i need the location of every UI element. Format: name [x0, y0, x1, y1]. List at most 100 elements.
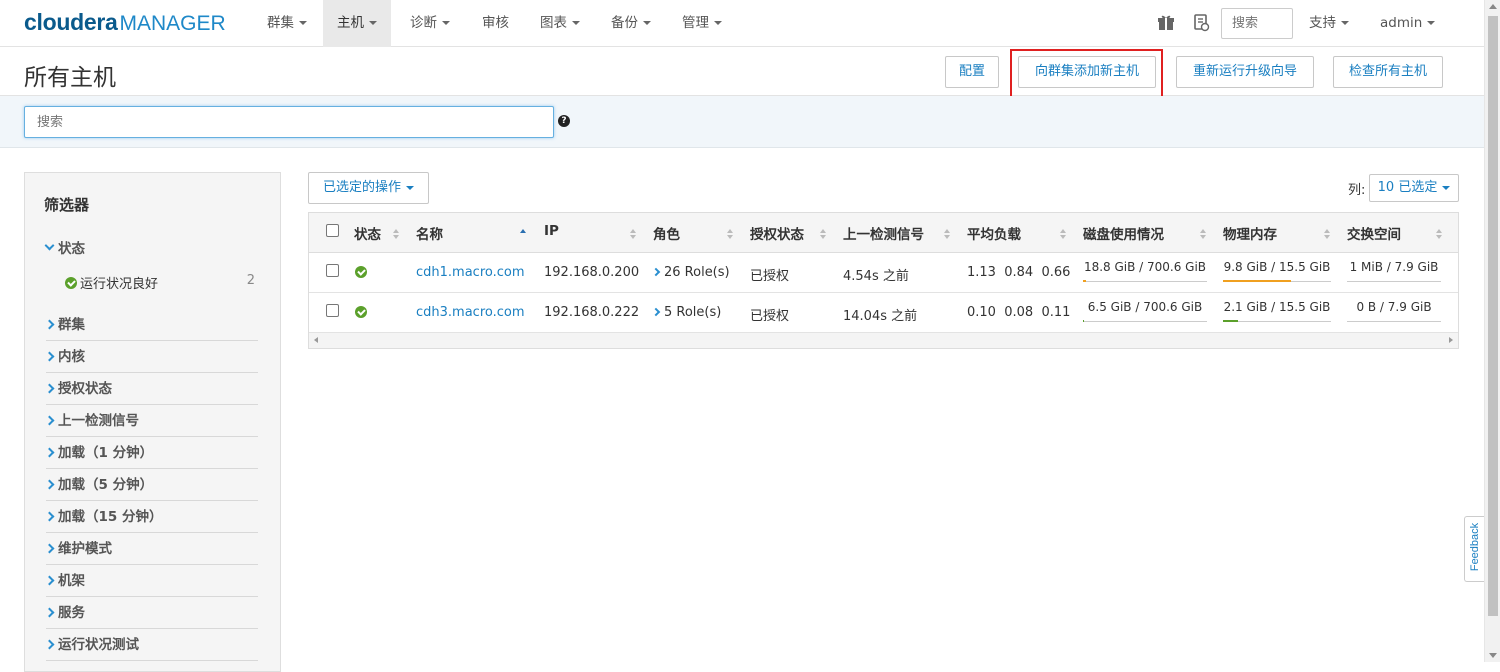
global-search-input[interactable]	[1221, 8, 1293, 39]
host-roles-toggle[interactable]: 5 Role(s)	[651, 305, 721, 320]
filter-health-tests[interactable]: 运行状况测试	[44, 629, 258, 661]
gift-icon[interactable]	[1157, 14, 1175, 32]
chevron-right-icon	[651, 307, 661, 317]
running-commands-icon[interactable]	[1192, 14, 1210, 32]
table-row: cdh3.macro.com 192.168.0.222 5 Role(s) 已…	[309, 293, 1458, 333]
chevron-right-icon	[44, 447, 55, 458]
filter-maintenance-mode[interactable]: 维护模式	[44, 533, 258, 565]
chevron-down-icon	[1442, 185, 1451, 190]
filter-panel: 筛选器 状态 运行状况良好 2 群集 内核 授权状态 上一检测信号 加载（1 分…	[24, 172, 281, 672]
chevron-right-icon	[44, 543, 55, 554]
scroll-right-icon[interactable]	[1449, 337, 1453, 343]
filter-service[interactable]: 服务	[44, 597, 258, 629]
filter-load-5min[interactable]: 加载（5 分钟）	[44, 469, 258, 501]
nav-backup[interactable]: 备份	[597, 0, 665, 47]
sort-icon[interactable]	[1200, 229, 1206, 239]
sort-icon[interactable]	[820, 229, 826, 239]
filter-status-good-health[interactable]: 运行状况良好 2	[65, 273, 255, 292]
rerun-upgrade-wizard-button[interactable]: 重新运行升级向导	[1176, 56, 1314, 88]
filter-kernel[interactable]: 内核	[44, 341, 258, 373]
header-swap-space[interactable]: 交换空间	[1347, 223, 1401, 243]
header-roles[interactable]: 角色	[653, 223, 680, 243]
header-last-heartbeat[interactable]: 上一检测信号	[843, 223, 924, 243]
chevron-down-icon	[442, 21, 450, 25]
sort-icon[interactable]	[1436, 229, 1442, 239]
host-name-link[interactable]: cdh1.macro.com	[416, 265, 525, 280]
chevron-right-icon	[44, 607, 55, 618]
filter-cluster[interactable]: 群集	[44, 309, 258, 341]
chevron-right-icon	[44, 383, 55, 394]
host-last-heartbeat: 4.54s 之前	[843, 269, 909, 284]
cloudera-manager-logo[interactable]: clouderaMANAGER	[24, 9, 226, 36]
filter-rack[interactable]: 机架	[44, 565, 258, 597]
nav-clusters[interactable]: 群集	[253, 0, 321, 47]
sort-icon[interactable]	[1324, 229, 1330, 239]
header-status[interactable]: 状态	[354, 223, 381, 243]
selected-actions-dropdown[interactable]: 已选定的操作	[308, 172, 429, 204]
filters-title: 筛选器	[44, 196, 90, 214]
health-good-icon	[355, 306, 367, 318]
nav-administration[interactable]: 管理	[668, 0, 736, 47]
filter-authorization[interactable]: 授权状态	[44, 373, 258, 405]
host-roles-toggle[interactable]: 26 Role(s)	[651, 265, 730, 280]
row-checkbox[interactable]	[326, 304, 339, 317]
scrollbar-thumb[interactable]	[1488, 16, 1498, 616]
columns-label: 列:	[1348, 183, 1366, 198]
nav-charts[interactable]: 图表	[526, 0, 594, 47]
scroll-left-icon[interactable]	[314, 337, 318, 343]
host-name-link[interactable]: cdh3.macro.com	[416, 305, 525, 320]
chevron-right-icon	[44, 575, 55, 586]
chevron-right-icon	[651, 267, 661, 277]
columns-selector-dropdown[interactable]: 10 已选定	[1369, 174, 1459, 202]
host-search-bar: ?	[0, 96, 1484, 148]
nav-audits[interactable]: 审核	[468, 0, 523, 47]
chevron-down-icon	[714, 21, 722, 25]
help-icon[interactable]: ?	[558, 115, 570, 127]
health-good-icon	[355, 266, 367, 278]
host-authorization: 已授权	[750, 269, 790, 284]
vertical-scrollbar[interactable]	[1484, 0, 1500, 662]
memory-usage-bar: 2.1 GiB / 15.5 GiB	[1223, 299, 1331, 322]
swap-usage-bar: 1 MiB / 7.9 GiB	[1347, 259, 1441, 282]
table-header: 状态 名称 IP 角色 授权状态 上一检测信号 平均负载 磁盘使用情况 物理内存…	[309, 213, 1458, 253]
header-disk-usage[interactable]: 磁盘使用情况	[1083, 223, 1164, 243]
swap-usage-bar: 0 B / 7.9 GiB	[1347, 299, 1441, 322]
sort-icon[interactable]	[630, 229, 636, 239]
sort-icon[interactable]	[393, 229, 399, 239]
chevron-right-icon	[44, 511, 55, 522]
chevron-right-icon	[44, 319, 55, 330]
chevron-down-icon	[643, 21, 651, 25]
filter-load-15min[interactable]: 加载（15 分钟）	[44, 501, 258, 533]
chevron-right-icon	[44, 479, 55, 490]
scroll-up-icon[interactable]	[1489, 4, 1497, 9]
nav-hosts[interactable]: 主机	[323, 0, 391, 47]
feedback-tab[interactable]: Feedback	[1464, 516, 1484, 582]
filter-last-heartbeat[interactable]: 上一检测信号	[44, 405, 258, 437]
chevron-right-icon	[44, 415, 55, 426]
host-ip: 192.168.0.222	[544, 305, 640, 320]
host-search-input[interactable]	[24, 106, 554, 138]
sort-ascending-icon[interactable]	[520, 229, 526, 239]
nav-support[interactable]: 支持	[1295, 0, 1363, 47]
config-button[interactable]: 配置	[945, 56, 999, 88]
nav-diagnostics[interactable]: 诊断	[396, 0, 464, 47]
sort-icon[interactable]	[944, 229, 950, 239]
scroll-down-icon[interactable]	[1489, 653, 1497, 658]
highlight-box	[1010, 49, 1163, 99]
horizontal-scrollbar[interactable]	[309, 333, 1458, 348]
header-load-average[interactable]: 平均负载	[967, 223, 1021, 243]
header-authorization[interactable]: 授权状态	[750, 223, 804, 243]
header-name[interactable]: 名称	[416, 223, 443, 243]
sort-icon[interactable]	[1060, 229, 1066, 239]
header-physical-memory[interactable]: 物理内存	[1223, 223, 1277, 243]
inspect-all-hosts-button[interactable]: 检查所有主机	[1333, 56, 1443, 88]
sort-icon[interactable]	[727, 229, 733, 239]
row-checkbox[interactable]	[326, 264, 339, 277]
filter-load-1min[interactable]: 加载（1 分钟）	[44, 437, 258, 469]
header-ip[interactable]: IP	[544, 223, 559, 239]
filter-status[interactable]: 状态	[44, 233, 258, 265]
nav-user-menu[interactable]: admin	[1366, 0, 1449, 47]
select-all-checkbox[interactable]	[326, 224, 339, 237]
page-title: 所有主机	[24, 65, 116, 91]
hosts-table: 状态 名称 IP 角色 授权状态 上一检测信号 平均负载 磁盘使用情况 物理内存…	[308, 212, 1459, 349]
